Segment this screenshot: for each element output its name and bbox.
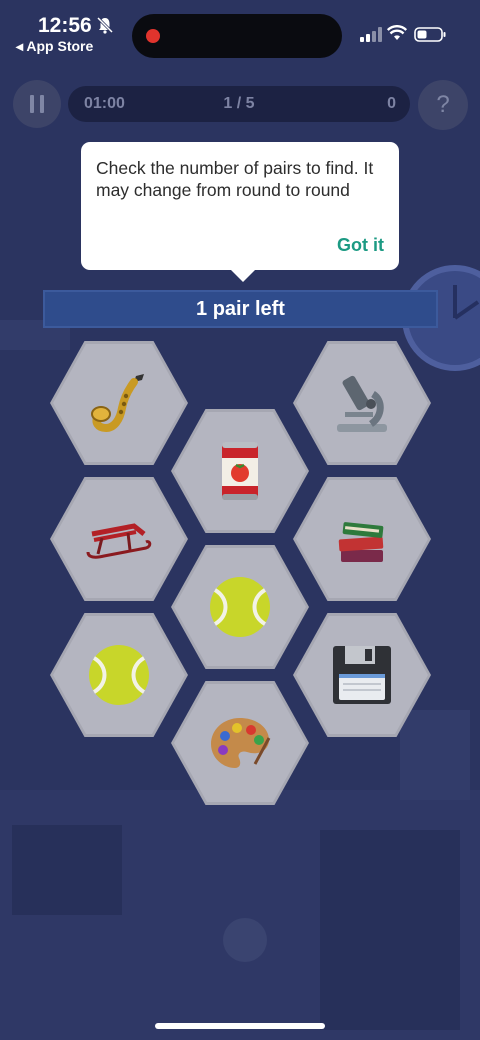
tennis-ball-icon [89,645,149,705]
score: 0 [387,95,396,112]
tennis-ball-icon [210,577,270,637]
tooltip-pointer [231,270,255,282]
microscope-icon [337,375,387,432]
pause-icon [30,95,34,113]
help-button[interactable]: ? [418,80,468,130]
floppy-disk-icon [333,646,391,704]
recording-dot-icon [146,29,160,43]
tile-sled[interactable] [50,477,188,601]
books-icon [338,522,384,562]
saxophone-icon [91,374,144,433]
tile-saxophone[interactable] [50,341,188,465]
pairs-left-banner: 1 pair left [43,290,438,328]
dynamic-island [132,14,342,58]
battery-icon [414,27,446,42]
home-indicator[interactable] [155,1023,325,1029]
palette-icon [211,718,271,768]
wifi-icon [387,25,407,40]
game-progress-bar: 01:00 1 / 5 0 [68,86,410,122]
pause-button[interactable] [13,80,61,128]
tile-microscope[interactable] [293,341,431,465]
hint-text: Check the number of pairs to find. It ma… [96,158,374,200]
tile-tomato-can[interactable] [171,409,309,533]
tile-books[interactable] [293,477,431,601]
tomato-can-icon [222,442,258,500]
signal-icon [360,27,382,42]
hint-tooltip: Check the number of pairs to find. It ma… [81,142,399,282]
tile-tennis-ball-center[interactable] [171,545,309,669]
clock-time: 12:56 [38,14,92,37]
round-counter: 1 / 5 [223,95,255,112]
status-bar: 12:56 ◂ App Store [0,0,480,60]
tile-tennis-ball-left[interactable] [50,613,188,737]
got-it-button[interactable]: Got it [337,235,384,256]
back-to-app-store-link[interactable]: ◂ App Store [16,38,93,55]
tile-floppy-disk[interactable] [293,613,431,737]
tile-palette[interactable] [171,681,309,805]
sled-icon [86,523,152,559]
bell-slash-icon [96,16,114,34]
